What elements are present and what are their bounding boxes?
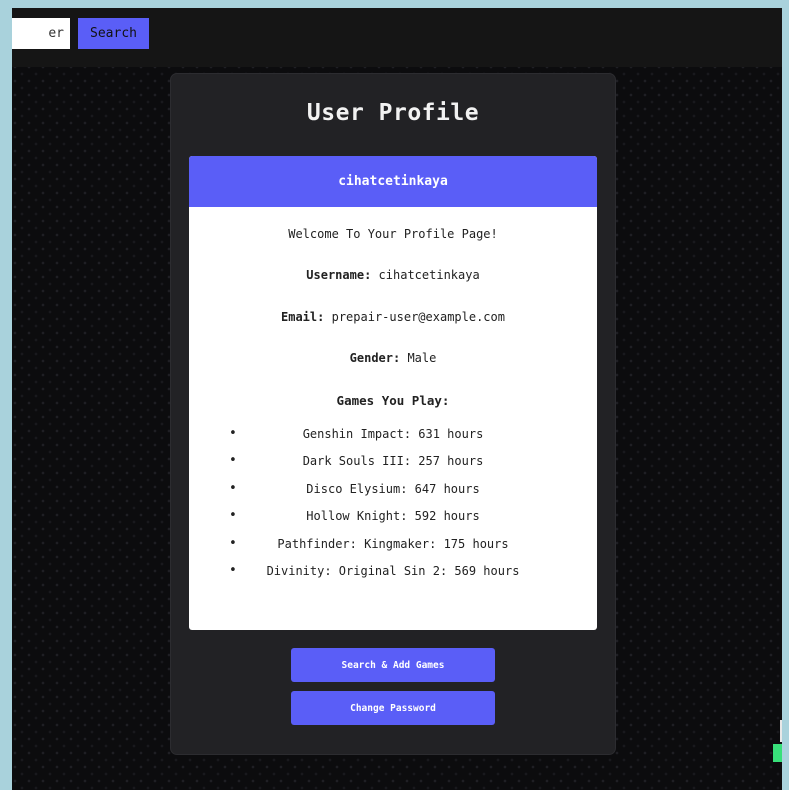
edge-indicator [780, 720, 782, 742]
list-item: Hollow Knight: 592 hours [189, 507, 597, 534]
change-password-button[interactable]: Change Password [291, 691, 495, 725]
list-item: Genshin Impact: 631 hours [189, 425, 597, 452]
games-heading: Games You Play: [336, 393, 450, 408]
profile-header: cihatcetinkaya [189, 156, 597, 207]
welcome-text: Welcome To Your Profile Page! [288, 227, 498, 241]
page-title: User Profile [306, 100, 480, 126]
username-row: Username: cihatcetinkaya [189, 268, 597, 282]
email-label: Email: [281, 310, 325, 324]
gender-label: Gender: [349, 351, 401, 365]
search-button[interactable]: Search [78, 18, 149, 49]
list-item: Dark Souls III: 257 hours [189, 452, 597, 479]
games-list: Genshin Impact: 631 hours Dark Souls III… [189, 425, 597, 589]
app-viewport: Search User Profile cihatcetinkaya Welco… [12, 8, 782, 790]
corner-indicator [773, 744, 782, 762]
email-value: prepair-user@example.com [331, 310, 505, 324]
list-item: Divinity: Original Sin 2: 569 hours [189, 562, 597, 589]
username-value: cihatcetinkaya [378, 268, 480, 282]
profile-header-username: cihatcetinkaya [338, 174, 448, 189]
profile-card: User Profile cihatcetinkaya Welcome To Y… [171, 74, 615, 754]
profile-panel: cihatcetinkaya Welcome To Your Profile P… [189, 156, 597, 630]
list-item: Pathfinder: Kingmaker: 175 hours [189, 535, 597, 562]
username-label: Username: [306, 268, 372, 282]
top-navbar: Search [12, 8, 782, 67]
search-add-games-button[interactable]: Search & Add Games [291, 648, 495, 682]
search-input[interactable] [12, 18, 70, 49]
gender-value: Male [407, 351, 437, 365]
gender-row: Gender: Male [189, 351, 597, 365]
email-row: Email: prepair-user@example.com [189, 310, 597, 324]
list-item: Disco Elysium: 647 hours [189, 480, 597, 507]
